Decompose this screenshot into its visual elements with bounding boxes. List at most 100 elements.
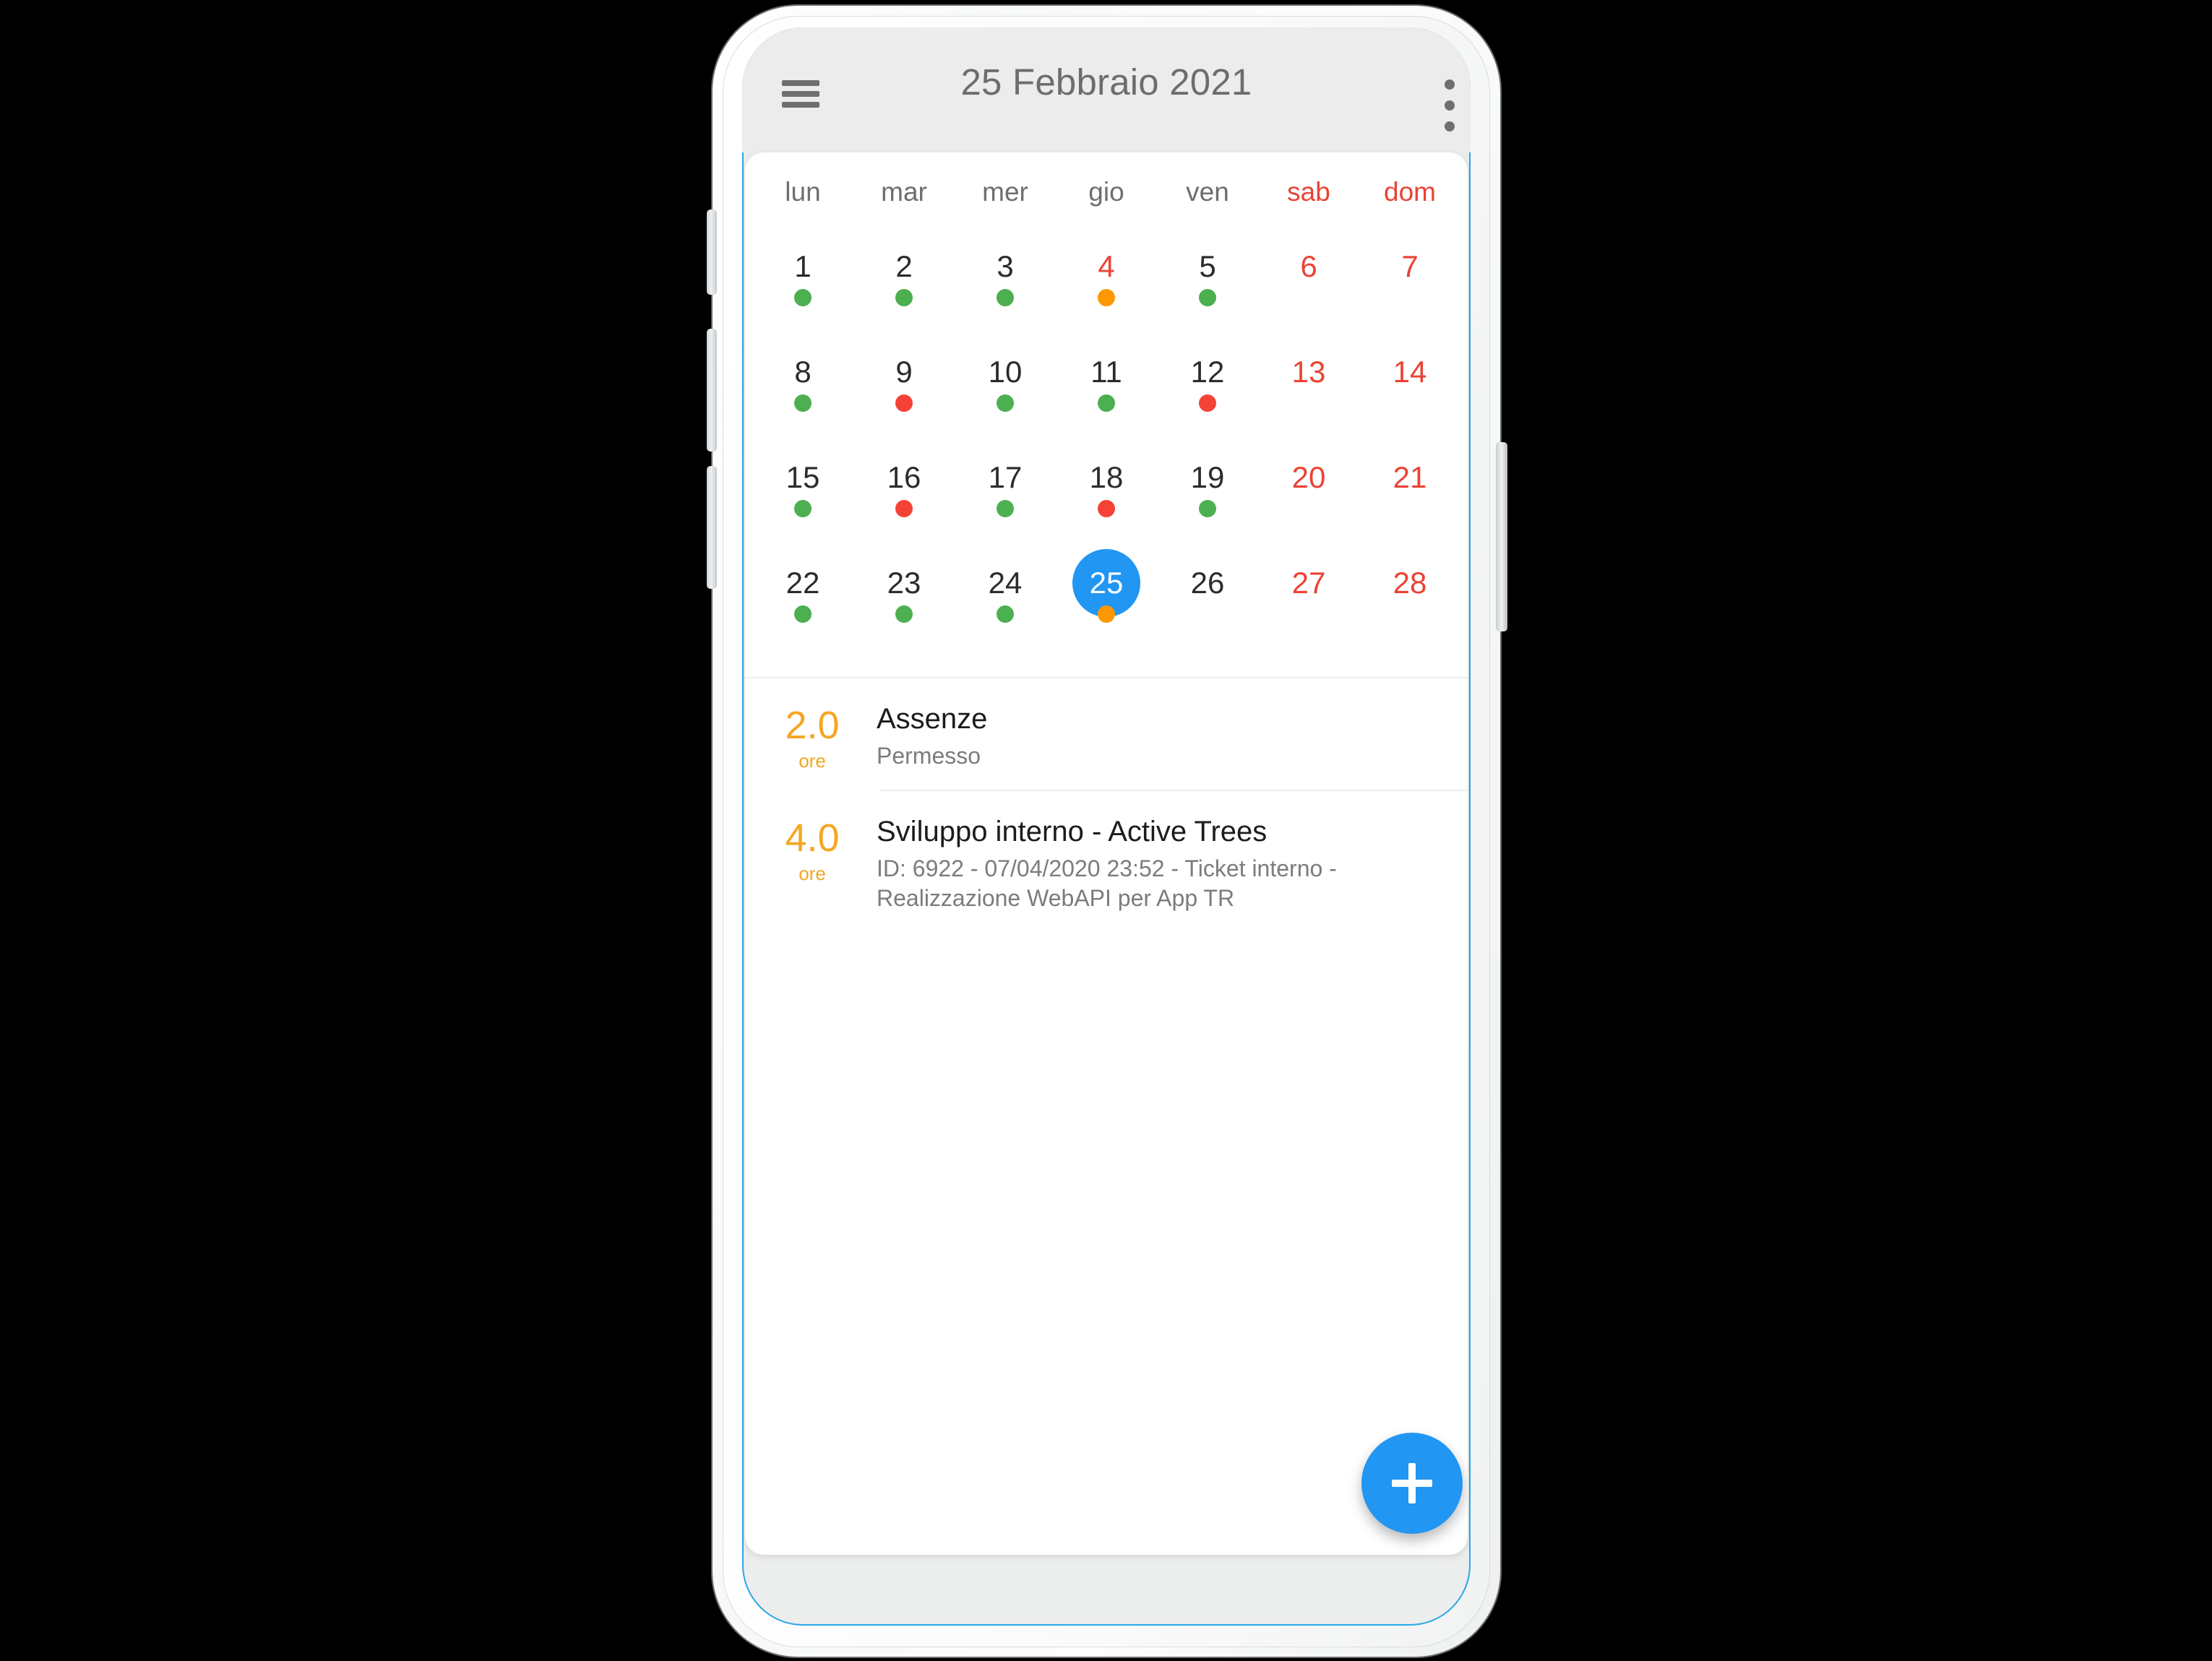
calendar-day-12[interactable]: 12 (1157, 337, 1258, 443)
calendar-day-5[interactable]: 5 (1157, 232, 1258, 337)
day-status-dot-green (1199, 289, 1216, 306)
entry-hours: 2.0 ore (770, 699, 855, 772)
day-number: 9 (895, 355, 913, 389)
day-number: 8 (794, 355, 812, 389)
overflow-menu-icon[interactable] (1445, 79, 1455, 131)
day-status-dot-none (1401, 605, 1419, 623)
day-entries-list: 2.0 ore Assenze Permesso 4.0 ore Sviluppo inte… (745, 678, 1468, 931)
day-number: 13 (1291, 355, 1326, 389)
day-status-dot-orange (1098, 289, 1115, 306)
day-status-dot-green (997, 289, 1014, 306)
day-number: 27 (1291, 566, 1326, 600)
day-status-dot-green (794, 289, 812, 306)
overflow-dot (1445, 121, 1455, 131)
weekday-label-sab: sab (1287, 177, 1330, 207)
day-status-dot-red (895, 394, 913, 412)
entry-hours-unit: ore (799, 863, 826, 885)
add-entry-fab[interactable] (1361, 1433, 1463, 1534)
day-status-dot-red (1098, 500, 1115, 517)
calendar-week-row: 15 16 17 18 19 20 21 (745, 443, 1468, 548)
day-status-dot-none (1300, 500, 1317, 517)
calendar-day-25[interactable]: 25 (1056, 548, 1157, 654)
day-status-dot-green (794, 605, 812, 623)
calendar-day-3[interactable]: 3 (955, 232, 1056, 337)
calendar-day-24[interactable]: 24 (955, 548, 1056, 654)
weekday-label-mer: mer (982, 177, 1028, 207)
day-status-dot-none (1401, 500, 1419, 517)
calendar-day-2[interactable]: 2 (853, 232, 955, 337)
entry-row[interactable]: 2.0 ore Assenze Permesso (745, 678, 1468, 790)
calendar-day-17[interactable]: 17 (955, 443, 1056, 548)
calendar-day-28[interactable]: 28 (1359, 548, 1460, 654)
entry-title: Sviluppo interno - Active Trees (877, 816, 1268, 848)
calendar-day-10[interactable]: 10 (955, 337, 1056, 443)
calendar-day-1[interactable]: 1 (752, 232, 853, 337)
day-number: 11 (1090, 355, 1122, 389)
calendar-day-7[interactable]: 7 (1359, 232, 1460, 337)
day-number: 14 (1393, 355, 1427, 389)
calendar-day-20[interactable]: 20 (1258, 443, 1359, 548)
day-status-dot-green (1098, 394, 1115, 412)
day-number: 16 (887, 460, 921, 494)
day-number: 15 (786, 460, 820, 494)
day-number: 10 (988, 355, 1023, 389)
phone-screen: 25 Febbraio 2021 lun mar mer gio ven sab dom 1… (742, 27, 1471, 1626)
app-bar: 25 Febbraio 2021 (742, 27, 1471, 152)
entry-body: Assenze Permesso (855, 699, 1443, 772)
power-button[interactable] (1496, 442, 1507, 631)
weekday-label-mar: mar (881, 177, 927, 207)
calendar-day-16[interactable]: 16 (853, 443, 955, 548)
day-status-dot-none (1300, 289, 1317, 306)
day-number: 7 (1401, 249, 1419, 283)
day-status-dot-green (997, 394, 1014, 412)
overflow-dot (1445, 100, 1455, 111)
calendar-day-14[interactable]: 14 (1359, 337, 1460, 443)
calendar-day-9[interactable]: 9 (853, 337, 955, 443)
day-number: 28 (1393, 566, 1427, 600)
day-number: 3 (997, 249, 1014, 283)
weekday-label-ven: ven (1186, 177, 1229, 207)
day-number: 5 (1199, 249, 1216, 283)
day-number: 26 (1190, 566, 1225, 600)
calendar-day-27[interactable]: 27 (1258, 548, 1359, 654)
entry-hours: 4.0 ore (770, 811, 855, 914)
day-number: 18 (1089, 460, 1124, 494)
calendar-day-4[interactable]: 4 (1056, 232, 1157, 337)
volume-up-button[interactable] (707, 210, 717, 295)
day-number: 25 (1089, 566, 1124, 600)
entry-hours-value: 4.0 (785, 816, 840, 860)
day-number: 4 (1098, 249, 1115, 283)
page-title: 25 Febbraio 2021 (960, 61, 1252, 103)
calendar-weeks: 1 2 3 4 5 6 7 8 9 10 11 12 13 14 15 16 17 18 19 20 21 22 23 24 2… (745, 232, 1468, 654)
calendar-day-22[interactable]: 22 (752, 548, 853, 654)
calendar-day-26[interactable]: 26 (1157, 548, 1258, 654)
weekday-header-row: lun mar mer gio ven sab dom (745, 152, 1468, 232)
calendar-day-13[interactable]: 13 (1258, 337, 1359, 443)
day-status-dot-green (997, 605, 1014, 623)
calendar-day-8[interactable]: 8 (752, 337, 853, 443)
day-status-dot-green (997, 500, 1014, 517)
calendar-day-19[interactable]: 19 (1157, 443, 1258, 548)
day-number: 12 (1190, 355, 1225, 389)
calendar-day-21[interactable]: 21 (1359, 443, 1460, 548)
calendar-day-15[interactable]: 15 (752, 443, 853, 548)
calendar-day-18[interactable]: 18 (1056, 443, 1157, 548)
day-status-dot-green (794, 500, 812, 517)
day-number: 24 (988, 566, 1023, 600)
day-status-dot-green (895, 605, 913, 623)
day-status-dot-green (895, 289, 913, 306)
weekday-label-dom: dom (1384, 177, 1436, 207)
day-number: 21 (1393, 460, 1427, 494)
month-calendar: lun mar mer gio ven sab dom 1 2 3 4 5 6 7 8 9 10 11 12 13 1… (745, 152, 1468, 678)
day-number: 20 (1291, 460, 1326, 494)
day-status-dot-orange (1098, 605, 1115, 623)
entry-row[interactable]: 4.0 ore Sviluppo interno - Active Trees ID:… (745, 791, 1468, 931)
day-status-dot-none (1401, 289, 1419, 306)
calendar-day-11[interactable]: 11 (1056, 337, 1157, 443)
calendar-day-23[interactable]: 23 (853, 548, 955, 654)
assistant-button[interactable] (707, 466, 717, 589)
calendar-day-6[interactable]: 6 (1258, 232, 1359, 337)
calendar-week-row: 1 2 3 4 5 6 7 (745, 232, 1468, 337)
day-status-dot-none (1300, 605, 1317, 623)
volume-down-button[interactable] (707, 329, 717, 452)
